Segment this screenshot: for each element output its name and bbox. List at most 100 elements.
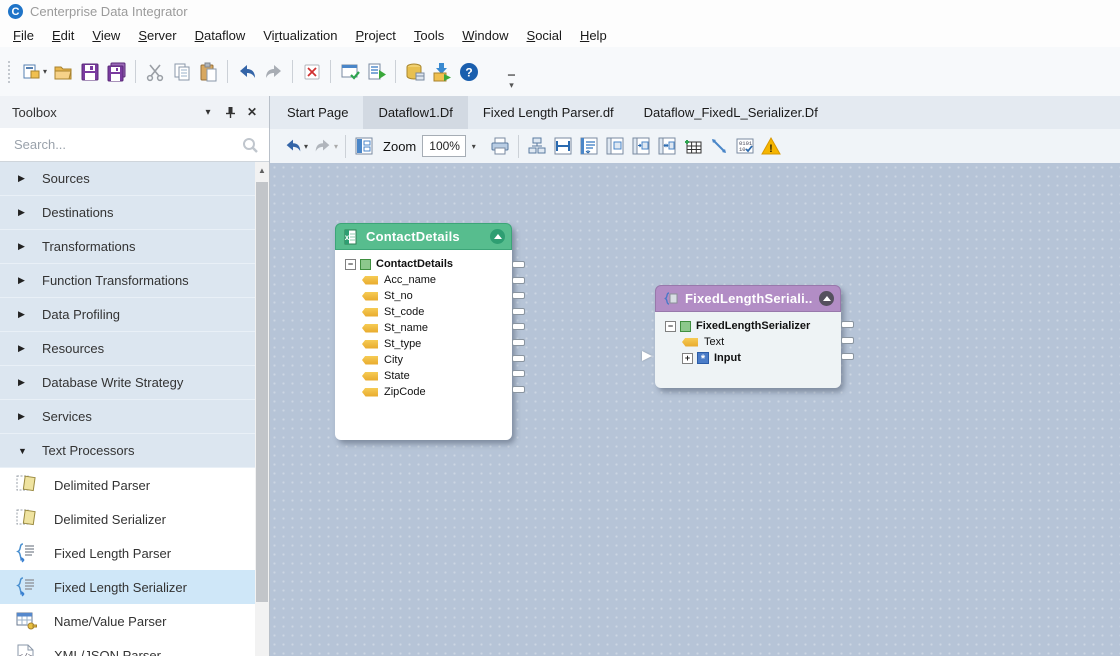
output-port[interactable] <box>512 277 525 284</box>
menu-view[interactable]: View <box>83 25 129 46</box>
zoom-value[interactable]: 100% <box>422 135 466 157</box>
tree-node-label[interactable]: ZipCode <box>384 386 426 398</box>
tree-node-label[interactable]: City <box>384 354 403 366</box>
tree-row[interactable]: +*Input <box>655 350 841 366</box>
toolbox-item-delimited-serializer[interactable]: Delimited Serializer <box>0 502 256 536</box>
menu-server[interactable]: Server <box>129 25 185 46</box>
tree-collapse-icon[interactable]: − <box>345 259 356 270</box>
toolbar-grip[interactable] <box>8 61 12 83</box>
collapse-node-icon[interactable] <box>819 291 834 306</box>
output-port[interactable] <box>512 355 525 362</box>
output-port[interactable] <box>512 323 525 330</box>
menu-file[interactable]: File <box>4 25 43 46</box>
add-grid-icon[interactable] <box>680 133 706 159</box>
scrollbar-thumb[interactable] <box>256 182 268 602</box>
toolbox-item-name-value-parser[interactable]: Name/Value Parser <box>0 604 256 638</box>
toolbar-overflow-icon[interactable]: ▔▾ <box>508 78 515 88</box>
tree-node-label[interactable]: St_type <box>384 338 421 350</box>
paste-icon[interactable] <box>195 59 222 85</box>
tree-row[interactable]: ZipCode <box>335 384 512 400</box>
preview-data-icon[interactable]: 010110 <box>732 133 758 159</box>
delete-icon[interactable] <box>298 59 325 85</box>
open-folder-icon[interactable] <box>49 59 76 85</box>
tree-collapse-icon[interactable]: − <box>665 321 676 332</box>
verify-run-icon[interactable] <box>363 59 390 85</box>
toolbox-category-database-write-strategy[interactable]: ▶Database Write Strategy <box>0 366 256 400</box>
tree-row[interactable]: − FixedLengthSerializer <box>655 318 841 334</box>
align-horizontal-icon[interactable] <box>550 133 576 159</box>
diagram-layout-icon[interactable] <box>351 133 377 159</box>
output-port[interactable] <box>841 353 854 360</box>
new-dropdown-caret-icon[interactable]: ▾ <box>43 67 47 76</box>
new-dropdown-icon[interactable] <box>18 59 45 85</box>
output-port[interactable] <box>512 292 525 299</box>
tab-dataflow-fixedl-serializer-df[interactable]: Dataflow_FixedL_Serializer.Df <box>629 96 833 129</box>
pin-icon[interactable] <box>221 103 239 121</box>
menu-project[interactable]: Project <box>346 25 404 46</box>
scroll-up-icon[interactable]: ▲ <box>255 162 269 178</box>
tree-node-label[interactable]: St_no <box>384 290 413 302</box>
tab-start-page[interactable]: Start Page <box>272 96 363 129</box>
link-tool-icon[interactable] <box>706 133 732 159</box>
panel-menu-icon[interactable]: ▾ <box>199 103 217 121</box>
tree-expand-icon[interactable]: + <box>682 353 693 364</box>
tree-row[interactable]: City <box>335 352 512 368</box>
zoom-combo[interactable]: 100% ▾ <box>422 135 481 157</box>
output-port[interactable] <box>841 337 854 344</box>
verify-window-icon[interactable] <box>336 59 363 85</box>
redo-dropdown-icon[interactable]: ▾ <box>334 142 338 151</box>
toolbox-category-sources[interactable]: ▶Sources <box>0 162 256 196</box>
tree-node-label[interactable]: St_name <box>384 322 428 334</box>
copy-icon[interactable] <box>168 59 195 85</box>
collapse-node-icon[interactable] <box>490 229 505 244</box>
warning-icon[interactable]: ! <box>758 133 784 159</box>
tree-node-label[interactable]: FixedLengthSerializer <box>696 320 810 332</box>
undo-dropdown-icon[interactable]: ▾ <box>304 142 308 151</box>
toolbox-item-xml-json-parser[interactable]: </>XML/JSON Parser <box>0 638 256 656</box>
tree-row[interactable]: State <box>335 368 512 384</box>
expand-nodes-icon[interactable] <box>628 133 654 159</box>
close-icon[interactable]: ✕ <box>243 103 261 121</box>
menu-social[interactable]: Social <box>518 25 571 46</box>
undo-icon[interactable] <box>280 133 306 159</box>
menu-window[interactable]: Window <box>453 25 517 46</box>
tree-row[interactable]: Text <box>655 334 841 350</box>
input-port[interactable] <box>642 351 652 361</box>
menu-dataflow[interactable]: Dataflow <box>186 25 255 46</box>
toolbox-category-data-profiling[interactable]: ▶Data Profiling <box>0 298 256 332</box>
tree-node-label[interactable]: Text <box>704 336 724 348</box>
zoom-caret-icon[interactable]: ▾ <box>466 135 481 157</box>
tree-row[interactable]: St_name <box>335 320 512 336</box>
menu-help[interactable]: Help <box>571 25 616 46</box>
undo-icon[interactable] <box>233 59 260 85</box>
tab-fixed-length-parser-df[interactable]: Fixed Length Parser.df <box>468 96 629 129</box>
collapse-nodes-icon[interactable] <box>602 133 628 159</box>
toolbox-category-resources[interactable]: ▶Resources <box>0 332 256 366</box>
help-icon[interactable]: ? <box>455 59 482 85</box>
expand-tree-icon[interactable] <box>576 133 602 159</box>
redo-icon[interactable] <box>310 133 336 159</box>
tree-row[interactable]: − ContactDetails <box>335 256 512 272</box>
deploy-icon[interactable] <box>428 59 455 85</box>
toolbox-category-transformations[interactable]: ▶Transformations <box>0 230 256 264</box>
toolbox-item-fixed-length-serializer[interactable]: Fixed Length Serializer <box>0 570 256 604</box>
search-input[interactable] <box>14 137 241 152</box>
tree-node-label[interactable]: ContactDetails <box>376 258 453 270</box>
menu-tools[interactable]: Tools <box>405 25 453 46</box>
toolbox-category-destinations[interactable]: ▶Destinations <box>0 196 256 230</box>
auto-layout-icon[interactable] <box>524 133 550 159</box>
tree-node-label[interactable]: St_code <box>384 306 424 318</box>
output-port[interactable] <box>841 321 854 328</box>
output-port[interactable] <box>512 261 525 268</box>
toolbox-item-delimited-parser[interactable]: Delimited Parser <box>0 468 256 502</box>
node-contactdetails[interactable]: x ContactDetails −ContactDetailsAcc_name… <box>335 223 512 440</box>
search-icon[interactable] <box>241 136 259 154</box>
dataflow-canvas[interactable]: x ContactDetails −ContactDetailsAcc_name… <box>270 163 1120 656</box>
redo-icon[interactable] <box>260 59 287 85</box>
tree-row[interactable]: St_type <box>335 336 512 352</box>
job-database-icon[interactable] <box>401 59 428 85</box>
expand-all-nodes-icon[interactable] <box>654 133 680 159</box>
tree-row[interactable]: Acc_name <box>335 272 512 288</box>
tab-dataflow1-df[interactable]: Dataflow1.Df <box>363 96 467 129</box>
cut-icon[interactable] <box>141 59 168 85</box>
